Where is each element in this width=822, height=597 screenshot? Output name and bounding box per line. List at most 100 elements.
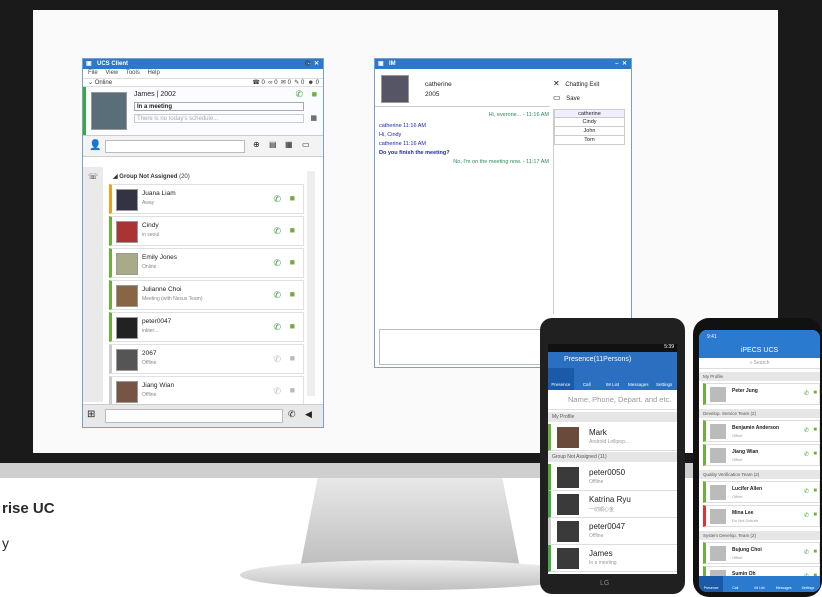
video-icon[interactable]: ■ xyxy=(813,427,817,433)
contact-row[interactable]: 2067 Offline ✆ ■ xyxy=(109,344,304,374)
ios-tab[interactable]: Messages xyxy=(772,576,796,592)
video-icon[interactable]: ■ xyxy=(290,225,295,235)
phone-icon[interactable]: ✆ xyxy=(804,488,809,495)
speaker-icon[interactable]: ◀ xyxy=(305,409,312,420)
calendar-icon[interactable]: ▦ xyxy=(310,114,317,122)
participant-item[interactable]: Cindy xyxy=(554,118,625,127)
side-tab-rail: ☏ xyxy=(83,167,103,402)
menu-tools[interactable]: Tools xyxy=(126,70,140,76)
ios-tab[interactable]: Presence xyxy=(699,576,724,592)
ios-tab[interactable]: Settings xyxy=(796,576,820,592)
phone-icon[interactable]: ✆ xyxy=(804,390,809,397)
video-icon[interactable]: ■ xyxy=(312,89,317,99)
android-tab[interactable]: Presence xyxy=(548,368,574,390)
presence-state-select[interactable]: In a meeting xyxy=(134,102,304,111)
ios-tab[interactable]: IM List xyxy=(747,576,771,592)
ios-contact-row[interactable]: Mina Lee Do Not Disturb ✆ ■ xyxy=(703,505,820,527)
phone-icon[interactable]: ✆ xyxy=(273,322,281,333)
chat-message: No, I'm on the meeting now. - 11:17 AM xyxy=(453,159,549,165)
chatting-exit-button[interactable]: ✕ Chatting Exit xyxy=(553,79,599,88)
contact-row[interactable]: Juana Liam Away ✆ ■ xyxy=(109,184,304,214)
search-bar: 👤 ⊕ ▤ ▦ ▭ xyxy=(83,135,323,157)
phone-icon[interactable]: ✆ xyxy=(273,258,281,269)
contact-row[interactable]: peter0047 inkter... ✆ ■ xyxy=(109,312,304,342)
phone-icon[interactable]: ✆ xyxy=(804,549,809,556)
group-add-icon[interactable]: ▤ xyxy=(269,140,277,149)
settings-gear-icon[interactable]: ⚙ xyxy=(304,59,311,68)
phone-icon[interactable]: ✆ xyxy=(295,89,303,100)
im-window-controls[interactable]: – ✕ xyxy=(615,59,627,69)
phone-icon[interactable]: ✆ xyxy=(273,226,281,237)
android-tab[interactable]: Messages xyxy=(625,368,651,390)
contact-row[interactable]: Emily Jones Online ✆ ■ xyxy=(109,248,304,278)
ios-contact-row[interactable]: Jiang Wian Office ✆ ■ xyxy=(703,444,820,466)
android-my-row[interactable]: Mark Android Lollipop... xyxy=(548,424,677,451)
video-icon[interactable]: ■ xyxy=(290,321,295,331)
ios-contact-row[interactable]: Peter Jung ✆ ■ xyxy=(703,383,820,405)
video-icon[interactable]: ■ xyxy=(290,289,295,299)
contact-scrollbar[interactable] xyxy=(307,171,315,396)
participant-item[interactable]: catherine xyxy=(554,109,625,118)
android-contact-row[interactable]: peter0050 Offline xyxy=(548,464,677,491)
group-header[interactable]: ◢ Group Not Assigned (20) xyxy=(83,171,323,183)
contact-row[interactable]: Julianne Choi Meeting (with Nexus Team) … xyxy=(109,280,304,310)
video-icon[interactable]: ■ xyxy=(813,549,817,555)
note-icon[interactable]: ✎ xyxy=(294,80,299,86)
menu-file[interactable]: File xyxy=(88,70,98,76)
participant-item[interactable]: Tom xyxy=(554,136,625,145)
ios-contact-row[interactable]: Bujung Choi Office ✆ ■ xyxy=(703,542,820,564)
add-contact-icon[interactable]: ⊕ xyxy=(253,140,260,149)
view-toggle-icon[interactable]: ▦ xyxy=(285,140,293,149)
phone-icon[interactable]: ✆ xyxy=(804,427,809,434)
avatar xyxy=(710,485,726,500)
save-button[interactable]: ▭ Save xyxy=(553,93,580,102)
phone-icon[interactable]: ✆ xyxy=(804,512,809,519)
video-icon[interactable]: ■ xyxy=(290,257,295,267)
ios-contact-row[interactable]: Lucifer Allen Office ✆ ■ xyxy=(703,481,820,503)
phone-icon[interactable]: ✆ xyxy=(273,386,281,397)
search-input[interactable] xyxy=(105,140,245,153)
video-icon[interactable]: ■ xyxy=(813,451,817,457)
contact-row[interactable]: Cindy in seoul ✆ ■ xyxy=(109,216,304,246)
ios-contact-row[interactable]: Benjamin Anderson Office ✆ ■ xyxy=(703,420,820,442)
video-icon[interactable]: ■ xyxy=(290,353,295,363)
group-icon[interactable]: ☻ xyxy=(308,80,314,86)
participant-item[interactable]: John xyxy=(554,127,625,136)
android-contact-row[interactable]: peter0047 Offline xyxy=(548,518,677,545)
phone-icon[interactable]: ✆ xyxy=(273,290,281,301)
phone-icon[interactable]: ✆ xyxy=(273,194,281,205)
message-icon[interactable]: ✉ xyxy=(281,80,286,86)
video-icon[interactable]: ■ xyxy=(290,385,295,395)
video-icon[interactable]: ■ xyxy=(290,193,295,203)
contact-name: Benjamin Anderson xyxy=(732,425,780,431)
video-icon[interactable]: ■ xyxy=(813,488,817,494)
contact-row[interactable]: Jiang Wian Offline ✆ ■ xyxy=(109,376,304,406)
android-tab[interactable]: Call xyxy=(574,368,600,390)
presence-status[interactable]: Online xyxy=(95,80,112,86)
phone-icon[interactable]: ✆ xyxy=(273,354,281,365)
ios-search[interactable]: ⌕ Search xyxy=(699,358,820,369)
android-contact-row[interactable]: James In a meeting xyxy=(548,545,677,572)
video-icon[interactable]: ■ xyxy=(813,512,817,518)
video-icon[interactable]: ■ xyxy=(813,390,817,396)
dial-input[interactable] xyxy=(105,409,283,423)
avatar xyxy=(710,448,726,463)
missed-call-icon[interactable]: ☎ xyxy=(252,80,259,86)
voicemail-icon[interactable]: ∞ xyxy=(268,80,272,86)
android-search[interactable]: Name, Phone, Depart. and etc. xyxy=(548,390,677,410)
android-contact-row[interactable]: Katrina Ryu 一切顺心金 xyxy=(548,491,677,518)
schedule-field[interactable]: There is no today's schedule... xyxy=(134,114,304,123)
android-tab[interactable]: Settings xyxy=(651,368,677,390)
avatar xyxy=(116,317,138,339)
ios-tab[interactable]: Call xyxy=(723,576,747,592)
dialpad-icon[interactable]: ⊞ xyxy=(87,409,95,420)
chevron-down-icon[interactable]: ⌄ xyxy=(88,80,93,86)
contact-status: Office xyxy=(732,457,743,462)
android-tab[interactable]: IM List xyxy=(600,368,626,390)
contact-status: Offline xyxy=(589,479,604,485)
chat-icon[interactable]: ▭ xyxy=(302,140,310,149)
dial-call-icon[interactable]: ✆ xyxy=(288,409,296,420)
phone-icon[interactable]: ✆ xyxy=(804,451,809,458)
menu-view[interactable]: View xyxy=(105,70,118,76)
menu-help[interactable]: Help xyxy=(148,70,160,76)
